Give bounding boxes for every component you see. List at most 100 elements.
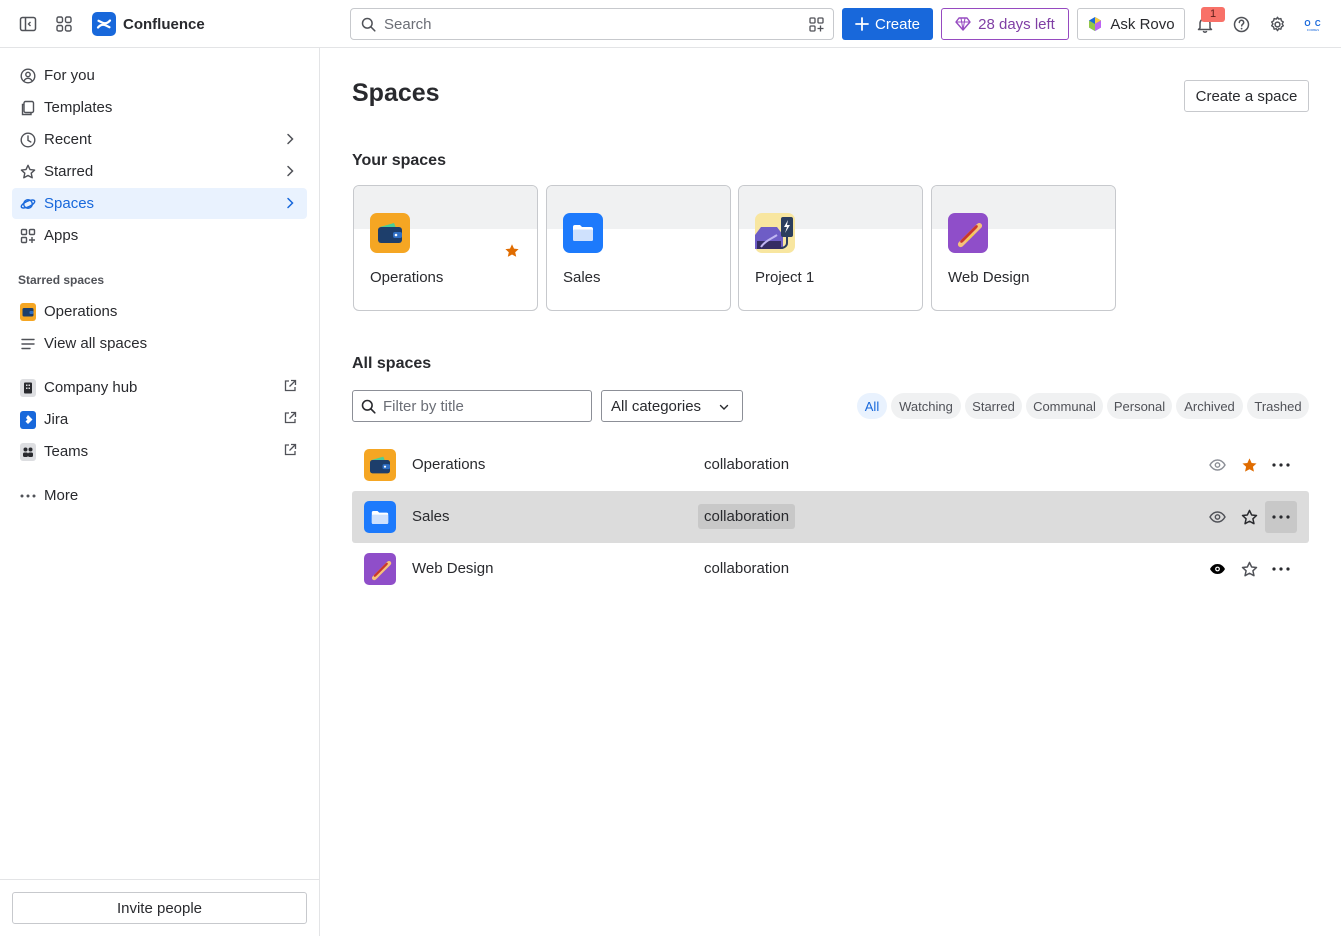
person-circle-icon xyxy=(20,67,36,84)
filter-placeholder: Filter by title xyxy=(383,397,464,415)
more-actions-icon[interactable] xyxy=(1265,501,1297,533)
star-outline-icon[interactable] xyxy=(1233,553,1265,585)
your-spaces-heading: Your spaces xyxy=(352,152,446,169)
space-card-name: Project 1 xyxy=(755,269,815,286)
search-placeholder: Search xyxy=(384,15,432,33)
watch-eye-icon[interactable] xyxy=(1201,501,1233,533)
sidebar-item-label: Spaces xyxy=(44,195,95,212)
notification-badge: 1 xyxy=(1201,7,1225,22)
sidebar-item-for-you[interactable]: For you xyxy=(12,60,307,91)
invite-people-button[interactable]: Invite people xyxy=(12,892,307,924)
space-card-project-1[interactable]: Project 1 xyxy=(738,185,923,311)
space-row-name[interactable]: Sales xyxy=(412,508,450,525)
sidebar-item-spaces[interactable]: Spaces xyxy=(12,188,307,219)
avatar-initials: O C xyxy=(1304,18,1322,28)
space-row-web-design[interactable]: Web Design collaboration xyxy=(352,543,1309,595)
sidebar-link-company-hub[interactable]: Company hub xyxy=(12,372,307,403)
sidebar-item-label: Operations xyxy=(44,303,118,320)
jira-icon xyxy=(20,410,36,429)
watching-eye-filled-icon[interactable] xyxy=(1201,553,1233,585)
chevron-right-icon[interactable] xyxy=(283,196,297,210)
create-space-button[interactable]: Create a space xyxy=(1184,80,1309,112)
wallet-icon xyxy=(364,449,396,481)
sidebar: For you Templates Recent Starred Spaces xyxy=(0,48,320,936)
search-icon xyxy=(361,399,376,414)
chevron-right-icon[interactable] xyxy=(283,164,297,178)
more-actions-icon[interactable] xyxy=(1265,449,1297,481)
chip-communal[interactable]: Communal xyxy=(1026,393,1103,419)
rovo-icon xyxy=(1087,16,1103,32)
star-filled-icon[interactable] xyxy=(504,243,520,259)
category-select[interactable]: All categories xyxy=(601,390,743,422)
help-icon[interactable] xyxy=(1225,8,1257,40)
trial-days-button[interactable]: 28 days left xyxy=(941,8,1069,40)
confluence-logo[interactable]: Confluence xyxy=(92,12,205,36)
building-icon xyxy=(20,378,36,397)
sidebar-item-label: More xyxy=(44,487,79,504)
space-card-name: Web Design xyxy=(948,269,1030,286)
sidebar-item-label: Apps xyxy=(44,227,79,244)
confluence-logo-icon xyxy=(92,12,116,36)
sidebar-item-label: Templates xyxy=(44,99,113,116)
sidebar-view-all-spaces[interactable]: View all spaces xyxy=(12,328,307,359)
sidebar-item-label: Jira xyxy=(44,411,69,428)
trial-days-label: 28 days left xyxy=(978,15,1055,33)
chip-trashed[interactable]: Trashed xyxy=(1247,393,1309,419)
clock-icon xyxy=(20,131,36,148)
star-filled-icon[interactable] xyxy=(1233,449,1265,481)
chip-personal[interactable]: Personal xyxy=(1107,393,1172,419)
external-link-icon[interactable] xyxy=(283,411,297,425)
space-card-web-design[interactable]: Web Design xyxy=(931,185,1116,311)
sidebar-link-jira[interactable]: Jira xyxy=(12,404,307,435)
sidebar-starred-operations[interactable]: Operations xyxy=(12,296,307,327)
space-row-category[interactable]: collaboration xyxy=(698,452,795,477)
space-row-operations[interactable]: Operations collaboration xyxy=(352,439,1309,491)
external-link-icon[interactable] xyxy=(283,379,297,393)
chip-archived[interactable]: Archived xyxy=(1176,393,1243,419)
user-avatar[interactable]: O C FORBES xyxy=(1300,12,1326,38)
avatar-subtext: FORBES xyxy=(1306,27,1320,32)
sidebar-more[interactable]: More xyxy=(12,480,307,511)
sidebar-item-label: Teams xyxy=(44,443,89,460)
ask-rovo-button[interactable]: Ask Rovo xyxy=(1077,8,1185,40)
star-icon xyxy=(20,164,36,180)
list-icon xyxy=(20,336,36,352)
plus-icon xyxy=(855,17,869,31)
sidebar-item-templates[interactable]: Templates xyxy=(12,92,307,123)
planet-icon xyxy=(20,196,36,212)
settings-gear-icon[interactable] xyxy=(1261,8,1293,40)
watch-eye-icon[interactable] xyxy=(1201,449,1233,481)
space-row-name[interactable]: Web Design xyxy=(412,560,493,577)
sidebar-footer: Invite people xyxy=(0,879,319,936)
app-switcher-icon[interactable] xyxy=(48,8,80,40)
chip-starred[interactable]: Starred xyxy=(965,393,1022,419)
hotdog-icon xyxy=(948,213,988,253)
sidebar-link-teams[interactable]: Teams xyxy=(12,436,307,467)
chevron-down-icon xyxy=(718,401,730,413)
sidebar-toggle-icon[interactable] xyxy=(12,8,44,40)
more-actions-icon[interactable] xyxy=(1265,553,1297,585)
space-card-name: Operations xyxy=(370,269,444,286)
sidebar-item-apps[interactable]: Apps xyxy=(12,220,307,251)
sidebar-item-recent[interactable]: Recent xyxy=(12,124,307,155)
car-charging-icon xyxy=(755,213,795,253)
external-link-icon[interactable] xyxy=(283,443,297,457)
create-button[interactable]: Create xyxy=(842,8,933,40)
space-row-sales[interactable]: Sales collaboration xyxy=(352,491,1309,543)
space-row-category[interactable]: collaboration xyxy=(698,504,796,529)
chevron-right-icon[interactable] xyxy=(283,132,297,146)
sidebar-item-label: Recent xyxy=(44,131,92,148)
space-card-operations[interactable]: Operations xyxy=(353,185,538,311)
filter-by-title-input[interactable]: Filter by title xyxy=(352,390,592,422)
space-card-sales[interactable]: Sales xyxy=(546,185,731,311)
star-outline-icon[interactable] xyxy=(1233,501,1265,533)
space-row-category[interactable]: collaboration xyxy=(698,556,795,581)
search-input[interactable]: Search xyxy=(350,8,834,40)
space-row-name[interactable]: Operations xyxy=(412,456,485,473)
apps-add-icon xyxy=(20,228,36,244)
search-filter-icon[interactable] xyxy=(809,17,824,32)
chip-all[interactable]: All xyxy=(857,393,887,419)
wallet-icon xyxy=(370,213,410,253)
chip-watching[interactable]: Watching xyxy=(891,393,961,419)
sidebar-item-starred[interactable]: Starred xyxy=(12,156,307,187)
